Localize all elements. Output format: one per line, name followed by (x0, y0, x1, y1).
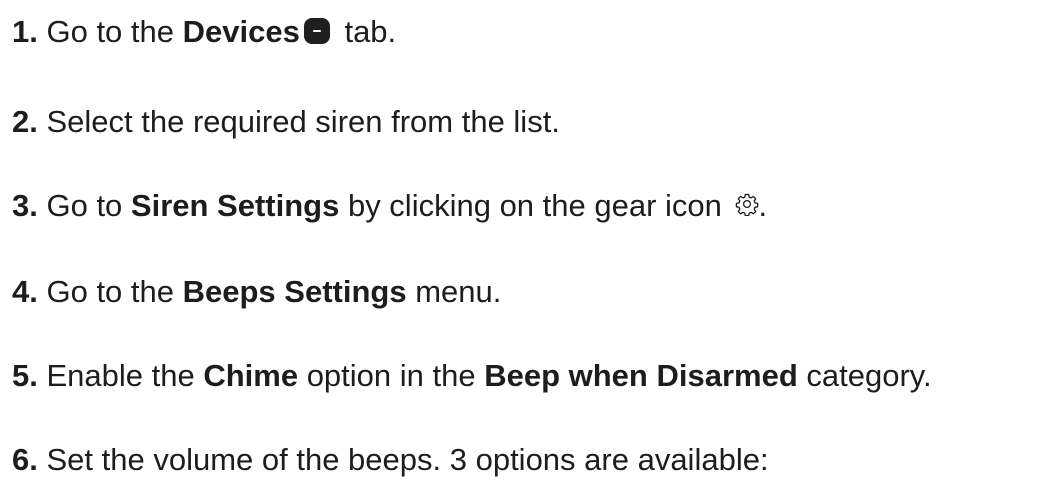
beeps-settings-label: Beeps Settings (182, 274, 407, 309)
step-4: 4. Go to the Beeps Settings menu. (12, 272, 501, 312)
step-text: by clicking on the gear icon (339, 188, 731, 223)
chime-label: Chime (203, 358, 299, 393)
step-number: 2. (12, 104, 38, 139)
step-text: Go to the (37, 274, 183, 309)
step-text: category. (797, 358, 932, 393)
instruction-steps: 1. Go to the Devices tab. 2. Select the … (0, 0, 1047, 478)
step-1: 1. Go to the Devices tab. (12, 12, 396, 52)
step-text: Go to the (37, 14, 183, 49)
devices-tab-label: Devices (182, 14, 300, 49)
devices-tab-icon (303, 18, 330, 44)
step-number: 5. (12, 358, 38, 393)
step-text: Go to (37, 188, 131, 223)
step-number: 4. (12, 274, 38, 309)
step-6: 6. Set the volume of the beeps. 3 option… (12, 440, 769, 480)
step-number: 6. (12, 442, 38, 477)
siren-settings-label: Siren Settings (130, 188, 340, 223)
step-text: tab. (335, 14, 397, 49)
step-number: 3. (12, 188, 38, 223)
step-text: Select the required siren from the list. (37, 104, 560, 139)
step-text: Enable the (37, 358, 204, 393)
step-number: 1. (12, 14, 38, 49)
step-text: option in the (298, 358, 485, 393)
step-text: Set the volume of the beeps. 3 options a… (37, 442, 769, 477)
step-text: . (758, 188, 768, 223)
step-2: 2. Select the required siren from the li… (12, 102, 560, 142)
step-text: menu. (406, 274, 502, 309)
gear-icon (735, 193, 758, 216)
step-5: 5. Enable the Chime option in the Beep w… (12, 356, 932, 396)
beep-when-disarmed-label: Beep when Disarmed (484, 358, 798, 393)
step-3: 3. Go to Siren Settings by clicking on t… (12, 186, 767, 226)
